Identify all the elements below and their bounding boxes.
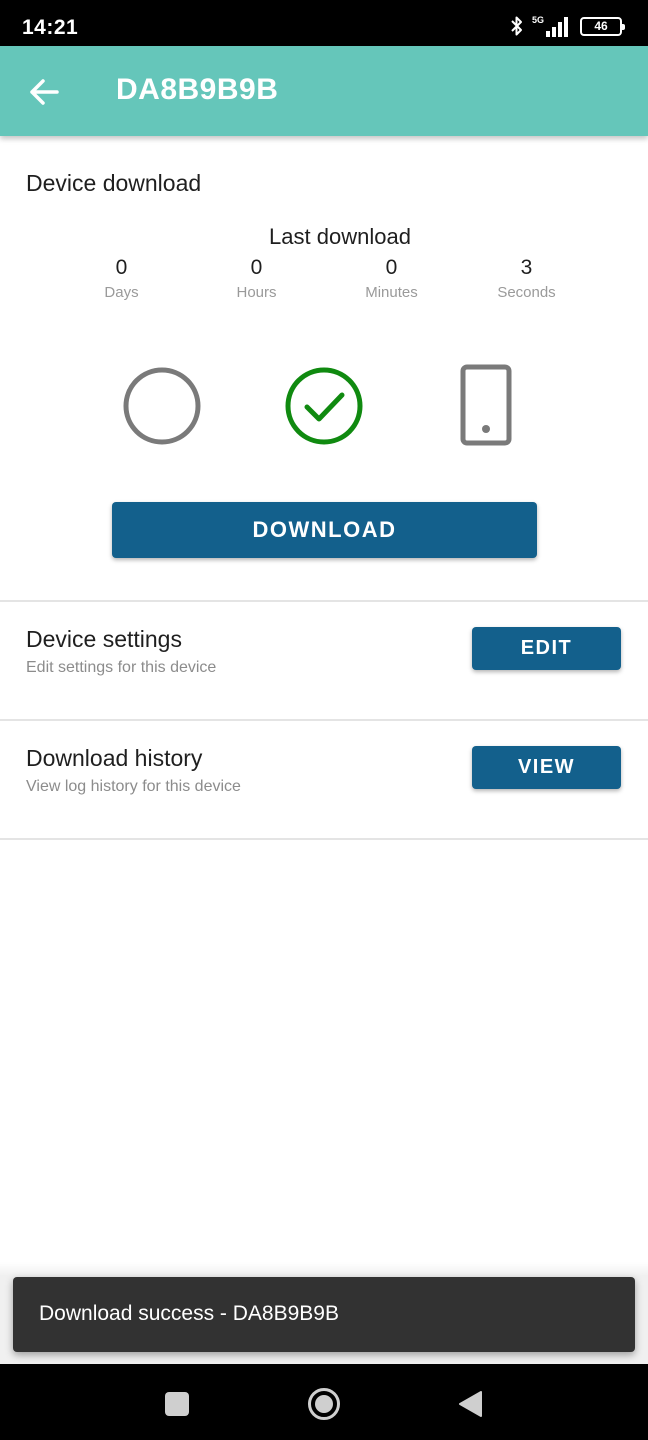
- home-circle-icon: [308, 1388, 340, 1420]
- battery-icon: 46: [580, 16, 625, 36]
- smartphone-icon: [444, 364, 528, 448]
- timer-hours-value: 0: [250, 256, 263, 279]
- download-status-icons: [0, 364, 648, 448]
- device-settings-title: Device settings: [26, 626, 182, 652]
- status-icons: 5G 46: [510, 14, 625, 38]
- edit-button[interactable]: EDIT: [472, 627, 621, 670]
- view-button[interactable]: VIEW: [472, 746, 621, 789]
- timer-minutes-label: Minutes: [365, 284, 418, 301]
- download-history-row: Download history View log history for th…: [0, 721, 648, 839]
- timer-hours: 0 Hours: [189, 254, 324, 301]
- battery-level: 46: [594, 19, 608, 33]
- system-back-button[interactable]: [452, 1386, 488, 1422]
- status-time: 14:21: [22, 16, 79, 39]
- download-button[interactable]: DOWNLOAD: [112, 502, 537, 558]
- timer-days-label: Days: [104, 284, 139, 301]
- download-history-subtitle: View log history for this device: [26, 778, 241, 795]
- square-icon: [165, 1392, 189, 1416]
- timer-seconds: 3 Seconds: [459, 254, 594, 301]
- recents-button[interactable]: [159, 1386, 195, 1422]
- status-bar: 14:21 5G 46: [0, 0, 648, 46]
- circle-outline-icon: [120, 364, 204, 448]
- timer-seconds-value: 3: [520, 256, 533, 279]
- divider: [0, 838, 648, 840]
- arrow-left-icon: [30, 79, 59, 105]
- timer-days-value: 0: [115, 256, 128, 279]
- network-type-label: 5G: [532, 15, 544, 25]
- navigation-bar: [0, 1364, 648, 1440]
- timer-days: 0 Days: [54, 254, 189, 301]
- timer-minutes-value: 0: [385, 256, 398, 279]
- check-circle-icon: [282, 364, 366, 448]
- device-settings-row: Device settings Edit settings for this d…: [0, 602, 648, 720]
- device-download-title: Device download: [26, 170, 202, 196]
- device-settings-subtitle: Edit settings for this device: [26, 659, 217, 676]
- snackbar-message: Download success - DA8B9B9B: [39, 1302, 339, 1325]
- timer-hours-label: Hours: [236, 284, 277, 301]
- timer-seconds-label: Seconds: [497, 284, 556, 301]
- triangle-back-icon: [459, 1391, 482, 1417]
- snackbar: Download success - DA8B9B9B: [13, 1277, 635, 1352]
- last-download-label: Last download: [269, 224, 411, 249]
- timer-minutes: 0 Minutes: [324, 254, 459, 301]
- signal-5g-icon: 5G: [532, 15, 568, 37]
- bluetooth-icon: [511, 16, 522, 36]
- device-download-section: Device download Last download 0 Days 0 H…: [0, 136, 648, 600]
- page-title: DA8B9B9B: [116, 73, 279, 106]
- back-button[interactable]: [22, 70, 66, 114]
- app-bar: DA8B9B9B: [0, 46, 648, 136]
- last-download-timer: 0 Days 0 Hours 0 Minutes 3 Seconds: [54, 254, 594, 301]
- download-history-title: Download history: [26, 745, 203, 771]
- home-button[interactable]: [306, 1386, 342, 1422]
